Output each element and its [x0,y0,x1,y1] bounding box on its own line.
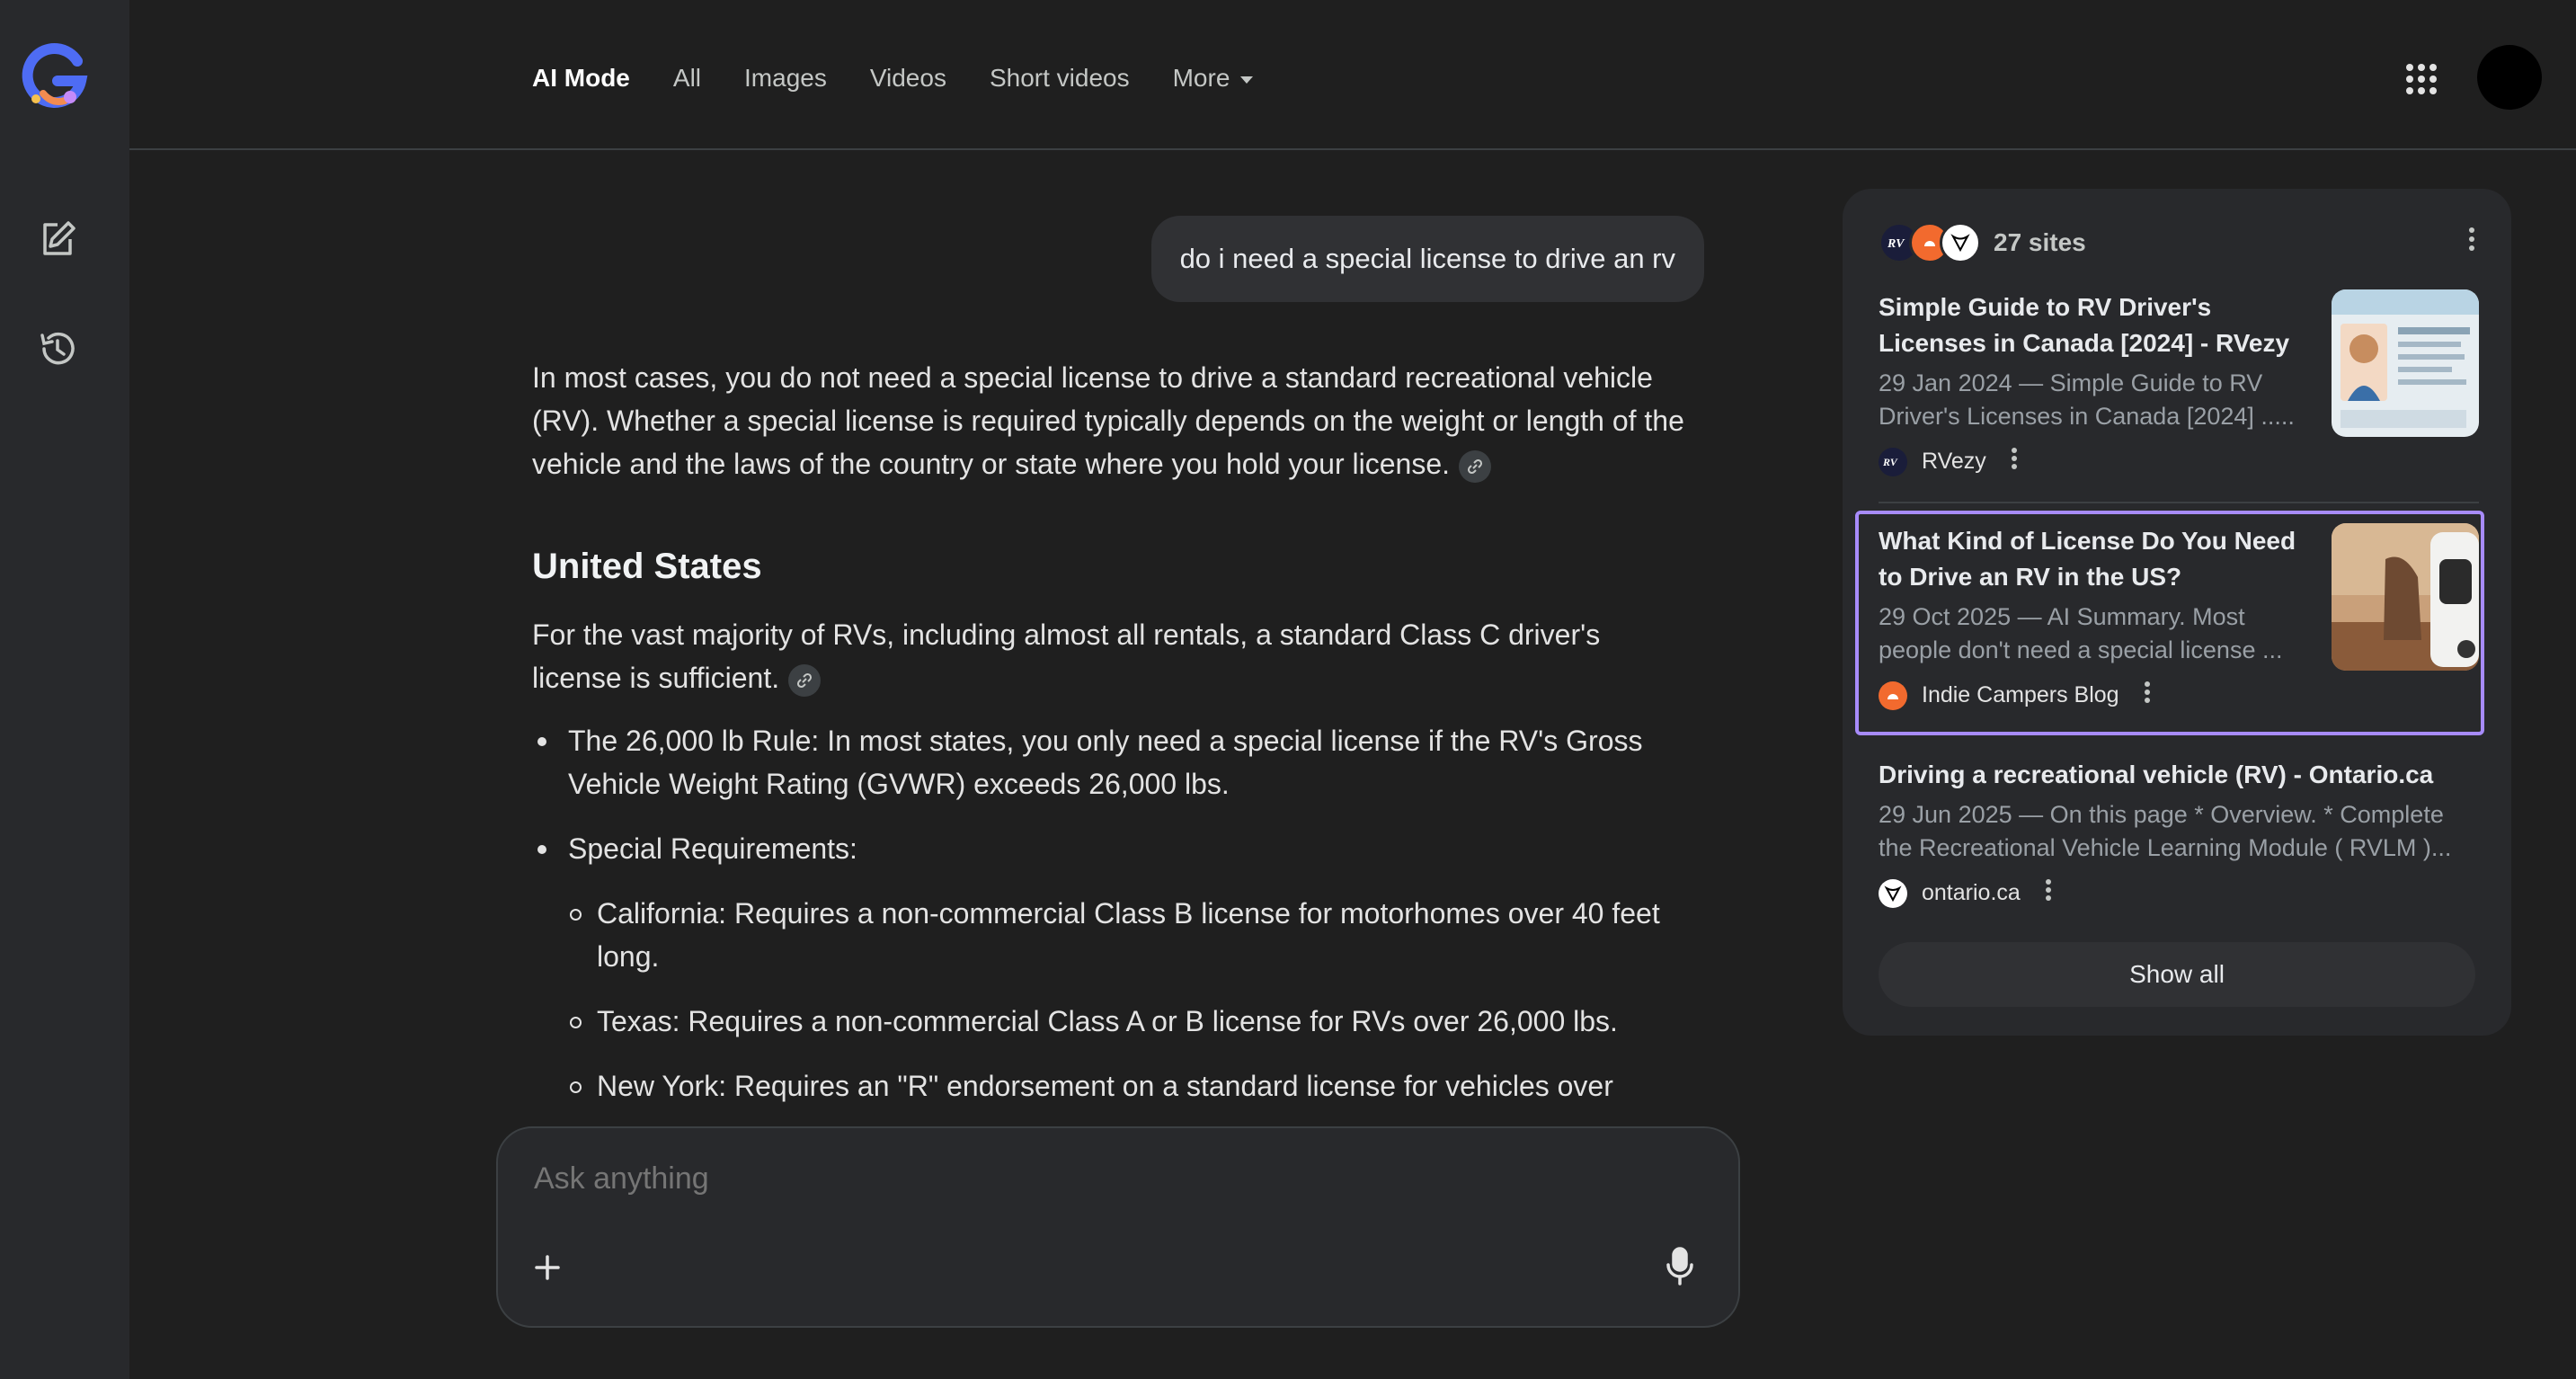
more-options-icon[interactable] [2010,446,2019,477]
sources-header: RV 27 sites [1879,218,2086,268]
source-card-ontario[interactable]: Driving a recreational vehicle (RV) - On… [1879,757,2479,928]
ontario-favicon [1940,222,1981,263]
license-card-thumbnail [2332,289,2479,437]
source-site-name: RVezy [1922,449,1986,474]
list-item: Special Requirements: California: Requir… [532,827,1692,1108]
sub-bullet-list: California: Requires a non-commercial Cl… [568,892,1692,1108]
svg-text:RV: RV [1882,456,1898,468]
search-mode-tabs: AI Mode All Images Videos Short videos M… [532,59,1296,97]
source-card-rvezy[interactable]: Simple Guide to RV Driver's Licenses in … [1879,289,2479,489]
tab-short-videos[interactable]: Short videos [990,59,1130,97]
ask-box [496,1126,1740,1328]
apps-grid-icon[interactable] [2405,63,2438,95]
tab-more-label: More [1172,64,1230,92]
source-site: ontario.ca [1879,877,2479,909]
source-title[interactable]: Simple Guide to RV Driver's Licenses in … [1879,289,2319,361]
bullet-list: The 26,000 lb Rule: In most states, you … [532,719,1692,1108]
answer-intro-text: In most cases, you do not need a special… [532,361,1684,480]
microphone-icon[interactable] [1659,1243,1701,1290]
history-icon[interactable] [32,324,83,374]
divider [1879,502,2479,503]
list-item-text: Special Requirements: [568,832,857,865]
section-heading: United States [532,547,762,586]
sub-list-item: New York: Requires an "R" endorsement on… [568,1064,1692,1108]
sources-count: 27 sites [1994,228,2086,256]
list-item: The 26,000 lb Rule: In most states, you … [532,719,1692,805]
source-site: RV RVezy [1879,446,2479,477]
tab-ai-mode[interactable]: AI Mode [532,59,630,97]
citation-link-icon[interactable] [1459,449,1492,483]
user-query-bubble: do i need a special license to drive an … [1150,216,1704,302]
account-avatar[interactable] [2477,45,2542,110]
top-header: AI Mode All Images Videos Short videos M… [129,0,2576,150]
section-paragraph-text: For the vast majority of RVs, including … [532,618,1601,694]
left-rail [0,0,129,1379]
citation-link-icon[interactable] [788,663,822,697]
answer-intro: In most cases, you do not need a special… [532,356,1692,485]
source-site-name: ontario.ca [1922,880,2021,905]
ai-answer: In most cases, you do not need a special… [532,356,1692,1129]
tab-images[interactable]: Images [744,59,827,97]
source-snippet: 29 Jun 2025 — On this page * Overview. *… [1879,801,2452,861]
plus-icon[interactable] [530,1250,564,1285]
tab-more[interactable]: More [1173,59,1254,97]
sub-list-item: Texas: Requires a non-commercial Class A… [568,1000,1692,1043]
section-paragraph: For the vast majority of RVs, including … [532,613,1692,699]
tab-all[interactable]: All [673,59,701,97]
sub-list-item: California: Requires a non-commercial Cl… [568,892,1692,978]
ask-input[interactable] [532,1161,1614,1197]
more-options-icon[interactable] [2466,225,2477,258]
rvezy-favicon: RV [1879,447,1907,476]
google-g-logo[interactable] [18,41,95,113]
svg-text:RV: RV [1887,237,1905,251]
ontario-favicon [1879,878,1907,908]
caret-down-icon [1240,76,1254,84]
more-options-icon[interactable] [2044,877,2053,909]
source-snippet: 29 Jan 2024 — Simple Guide to RV Driver'… [1879,369,2295,430]
highlight-outline [1855,511,2484,735]
source-title[interactable]: Driving a recreational vehicle (RV) - On… [1879,757,2479,793]
show-all-button[interactable]: Show all [1879,942,2475,1007]
tab-videos[interactable]: Videos [870,59,946,97]
new-chat-icon[interactable] [32,214,83,264]
